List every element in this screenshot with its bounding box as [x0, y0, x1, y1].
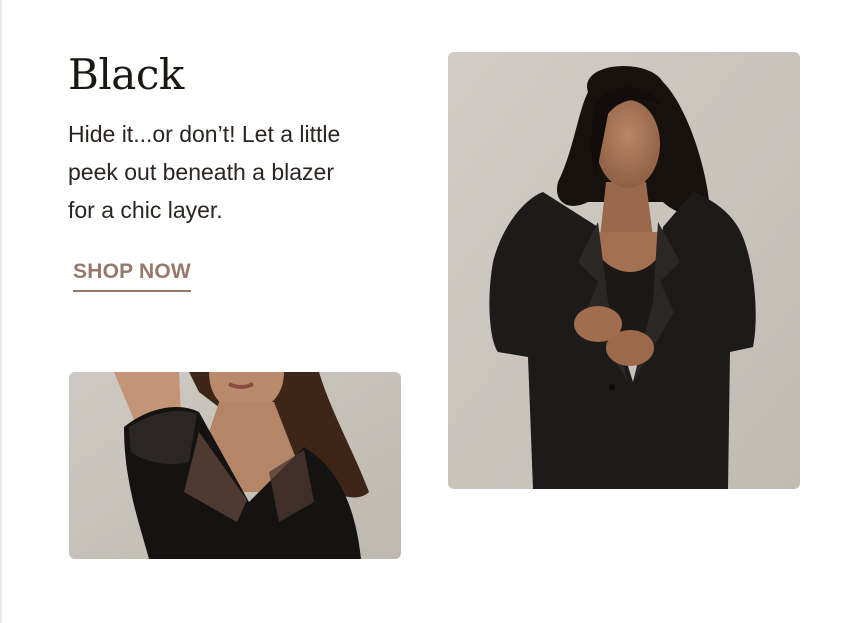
section-description: Hide it...or don’t! Let a little peek ou… — [68, 121, 341, 223]
section-title: Black — [68, 50, 184, 99]
shop-now-link[interactable]: SHOP NOW — [73, 260, 191, 292]
blazer-model-photo[interactable] — [448, 52, 800, 489]
sheer-sleeve-model-illustration — [69, 372, 401, 559]
promo-section: Black Hide it...or don’t! Let a little p… — [0, 0, 851, 623]
blazer-model-illustration — [448, 52, 800, 489]
sheer-sleeve-model-photo[interactable] — [69, 372, 401, 559]
